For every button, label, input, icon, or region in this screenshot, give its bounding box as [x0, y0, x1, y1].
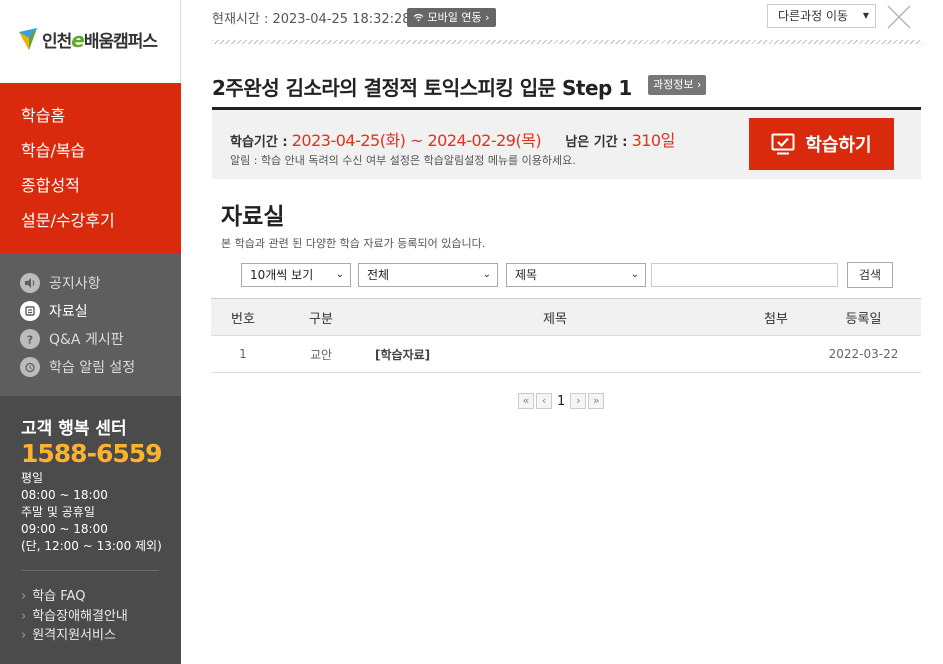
remain-label: 남은 기간 : [565, 135, 628, 150]
period-value: 2023-04-25(화) ~ 2024-02-29(목) [291, 131, 542, 150]
remote-support-link[interactable]: 원격지원서비스 [21, 624, 181, 644]
sub-menu: 공지사항 자료실 ? Q&A 게시판 학습 알림 설정 [0, 253, 181, 396]
svg-text:?: ? [27, 334, 33, 346]
sub-menu-item-archive[interactable]: 자료실 [0, 297, 181, 325]
sub-menu-item-qna[interactable]: ? Q&A 게시판 [0, 325, 181, 353]
page-title: 자료실 [221, 204, 285, 230]
customer-center-title: 고객 행복 센터 [21, 419, 127, 439]
logo[interactable]: 인천e배움캠퍼스 [0, 0, 181, 83]
chevron-down-icon: ⌄ [335, 269, 344, 280]
period-label: 학습기간 : [230, 135, 288, 150]
other-course-select[interactable]: 다른과정 이동 ▼ [767, 4, 876, 28]
hours-line: (단, 12:00 ~ 13:00 제외) [21, 539, 162, 553]
chevron-right-icon: › [696, 78, 702, 91]
dashed-divider [212, 40, 922, 44]
page-number-current[interactable]: 1 [557, 394, 565, 409]
main-menu-item-grades[interactable]: 종합성적 [0, 173, 181, 208]
top-bar: 현재시간 : 2023-04-25 18:32:28 모바일 연동 › 다른과정… [212, 4, 922, 30]
sidebar: 인천e배움캠퍼스 학습홈 학습/복습 종합성적 설문/수강후기 공지사항 자료실… [0, 0, 181, 664]
column-header-date: 등록일 [845, 311, 882, 327]
support-links: 학습 FAQ 학습장애해결안내 원격지원서비스 [21, 585, 181, 644]
check-monitor-icon [771, 133, 795, 155]
remain-value: 310일 [631, 131, 676, 150]
course-title: 2주완성 김소라의 결정적 토익스피킹 입문 Step 1 [212, 76, 632, 100]
chevron-down-icon: ⌄ [482, 269, 491, 280]
column-header-title: 제목 [543, 311, 567, 327]
prev-page-icon[interactable]: ‹ [536, 393, 552, 409]
current-time: 현재시간 : 2023-04-25 18:32:28 [212, 12, 411, 27]
logo-e: e [71, 28, 85, 52]
hours-line: 08:00 ~ 18:00 [21, 488, 108, 502]
category-value: 전체 [367, 268, 390, 282]
row-title-link[interactable]: [학습자료] [375, 336, 735, 372]
course-info-button[interactable]: 과정정보 › [648, 75, 707, 95]
search-field-value: 제목 [515, 268, 538, 282]
troubleshoot-link[interactable]: 학습장애해결안내 [21, 605, 181, 625]
pagination: « ‹ 1 › » [517, 392, 605, 410]
row-date: 2022-03-22 [828, 347, 899, 361]
logo-mark-icon [19, 28, 37, 50]
table-header: 번호 구분 제목 첨부 등록일 [211, 298, 921, 336]
column-header-number: 번호 [231, 311, 255, 327]
mobile-link-label: 모바일 연동 [427, 11, 482, 24]
question-icon: ? [20, 329, 40, 349]
page-size-value: 10개씩 보기 [250, 268, 314, 282]
start-study-button[interactable]: 학습하기 [749, 118, 894, 170]
logo-prefix: 인천 [42, 32, 72, 52]
close-icon[interactable] [886, 4, 912, 30]
chevron-right-icon: › [485, 11, 490, 24]
search-button[interactable]: 검색 [847, 262, 893, 288]
speaker-icon [20, 273, 40, 293]
other-course-label: 다른과정 이동 [778, 9, 849, 23]
page-description: 본 학습과 관련 된 다양한 학습 자료가 등록되어 있습니다. [221, 237, 486, 250]
hours-line: 주말 및 공휴일 [21, 505, 95, 519]
caret-down-icon: ▼ [862, 11, 869, 20]
sub-menu-item-alarm[interactable]: 학습 알림 설정 [0, 353, 181, 381]
main-menu-item-study-home[interactable]: 학습홈 [0, 103, 181, 138]
row-category: 교안 [309, 347, 333, 362]
column-header-attachment: 첨부 [764, 311, 788, 327]
sub-menu-label: 자료실 [49, 304, 88, 320]
mobile-link-button[interactable]: 모바일 연동 › [407, 8, 496, 27]
sub-menu-label: Q&A 게시판 [49, 332, 124, 348]
sub-menu-label: 학습 알림 설정 [49, 360, 136, 376]
course-info-label: 과정정보 [653, 78, 694, 91]
next-page-icon[interactable]: › [570, 393, 587, 409]
customer-center-hours: 평일 08:00 ~ 18:00 주말 및 공휴일 09:00 ~ 18:00 … [21, 470, 181, 555]
main-menu: 학습홈 학습/복습 종합성적 설문/수강후기 [0, 83, 181, 253]
sub-menu-label: 공지사항 [49, 276, 101, 292]
main-menu-item-study-review[interactable]: 학습/복습 [0, 138, 181, 173]
divider [21, 570, 159, 571]
study-period-panel: 학습기간 : 2023-04-25(화) ~ 2024-02-29(목) 남은 … [212, 107, 921, 179]
faq-link[interactable]: 학습 FAQ [21, 585, 181, 605]
row-attachment [751, 336, 801, 372]
study-period: 학습기간 : 2023-04-25(화) ~ 2024-02-29(목) 남은 … [230, 127, 675, 151]
customer-center-phone: 1588-6559 [21, 439, 163, 468]
category-select[interactable]: 전체 ⌄ [358, 263, 498, 287]
start-study-label: 학습하기 [805, 135, 872, 156]
chevron-down-icon: ⌄ [630, 269, 639, 280]
search-input[interactable] [651, 263, 838, 287]
search-field-select[interactable]: 제목 ⌄ [506, 263, 646, 287]
sub-menu-item-notice[interactable]: 공지사항 [0, 269, 181, 297]
row-number: 1 [239, 347, 247, 361]
hours-line: 09:00 ~ 18:00 [21, 522, 108, 536]
hours-line: 평일 [21, 471, 44, 485]
last-page-icon[interactable]: » [588, 393, 605, 409]
archive-icon [20, 301, 40, 321]
page-size-select[interactable]: 10개씩 보기 ⌄ [241, 263, 351, 287]
logo-suffix: 배움캠퍼스 [83, 32, 158, 52]
customer-center: 고객 행복 센터 1588-6559 평일 08:00 ~ 18:00 주말 및… [0, 396, 181, 664]
column-header-category: 구분 [309, 311, 333, 327]
main-menu-item-survey[interactable]: 설문/수강후기 [0, 208, 181, 243]
first-page-icon[interactable]: « [518, 393, 534, 409]
alarm-clock-icon [20, 357, 40, 377]
wifi-icon [413, 13, 424, 22]
table-row[interactable]: 1 교안 [학습자료] 2022-03-22 [211, 336, 921, 373]
alarm-notice: 알림 : 학습 안내 독려의 수신 여부 설정은 학습알림설정 메뉴를 이용하세… [230, 154, 576, 167]
